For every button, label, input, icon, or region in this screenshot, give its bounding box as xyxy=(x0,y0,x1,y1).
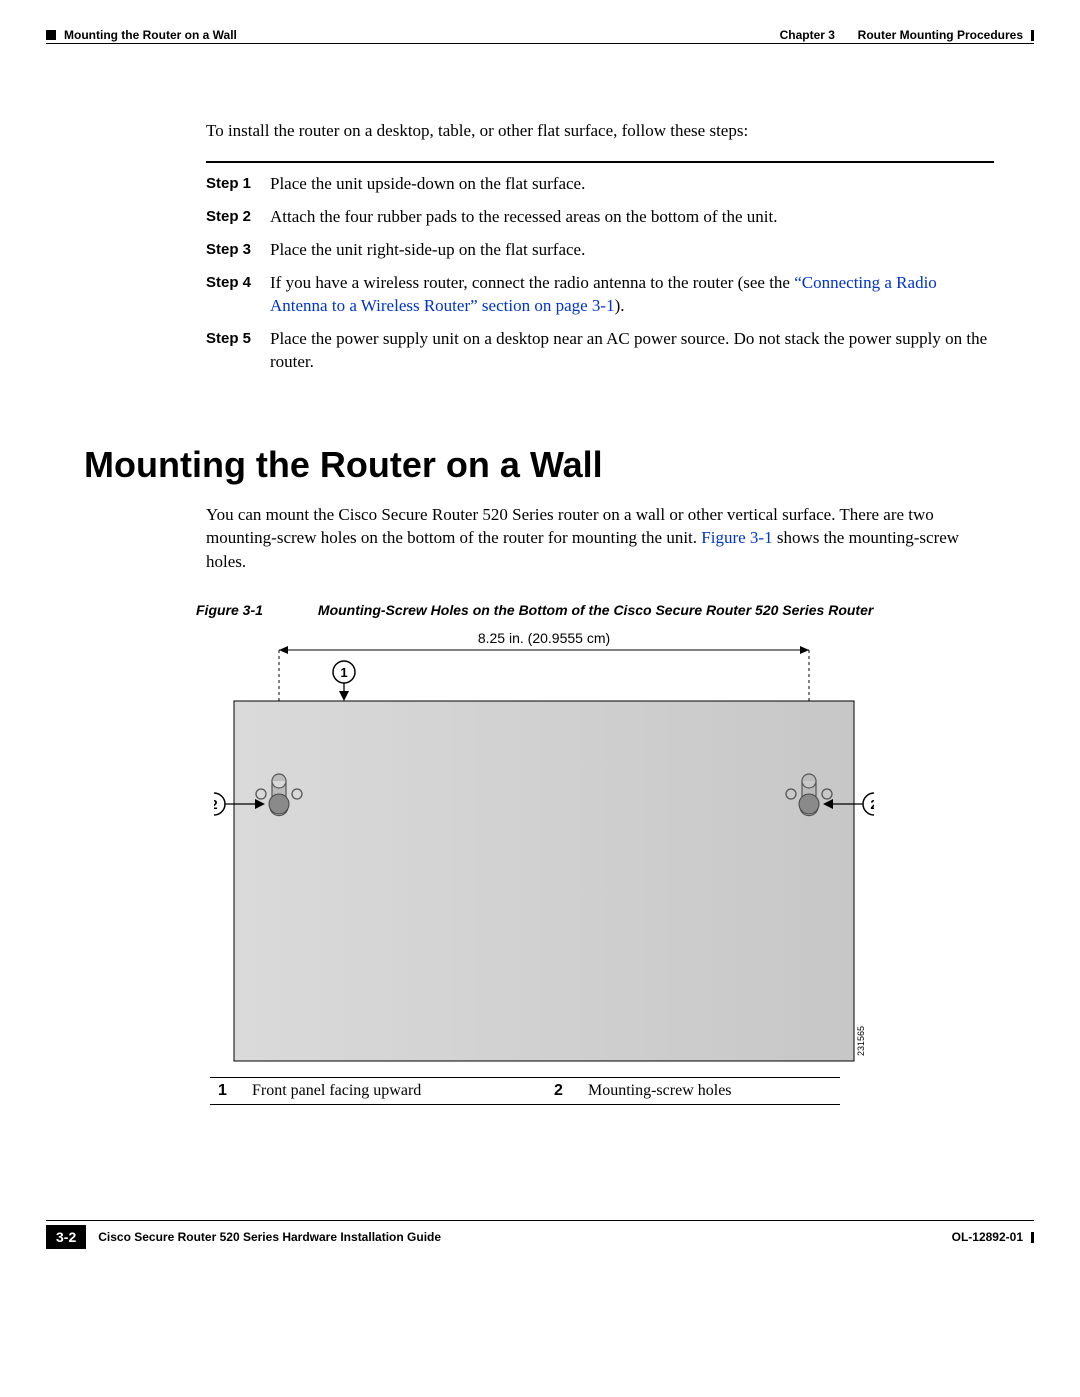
section-heading: Mounting the Router on a Wall xyxy=(84,444,994,486)
legend-table: 1 Front panel facing upward 2 Mounting-s… xyxy=(210,1077,840,1105)
square-bullet-icon xyxy=(46,30,56,40)
figure-label: Figure 3-1 xyxy=(196,602,263,618)
page-number: 3-2 xyxy=(46,1225,86,1249)
legend-num: 1 xyxy=(210,1077,244,1104)
doc-id: OL-12892-01 xyxy=(952,1230,1023,1244)
dimension-text: 8.25 in. (20.9555 cm) xyxy=(478,630,610,646)
intro-text: To install the router on a desktop, tabl… xyxy=(206,121,994,141)
step-text: If you have a wireless router, connect t… xyxy=(270,272,994,318)
figure-ref-link[interactable]: Figure 3-1 xyxy=(701,528,772,547)
figure: 8.25 in. (20.9555 cm) xyxy=(214,626,994,1071)
figure-caption: Figure 3-1 Mounting-Screw Holes on the B… xyxy=(196,602,994,618)
step-text: Attach the four rubber pads to the reces… xyxy=(270,206,994,229)
step-label: Step 5 xyxy=(206,328,270,374)
legend-num: 2 xyxy=(546,1077,580,1104)
step-text: Place the unit right-side-up on the flat… xyxy=(270,239,994,262)
step-text: Place the unit upside-down on the flat s… xyxy=(270,173,994,196)
page-footer: 3-2 Cisco Secure Router 520 Series Hardw… xyxy=(46,1225,1034,1249)
drawing-id: 231565 xyxy=(856,1026,866,1056)
step-label: Step 1 xyxy=(206,173,270,196)
chapter-title: Router Mounting Procedures xyxy=(858,28,1023,42)
step-label: Step 3 xyxy=(206,239,270,262)
legend-text: Front panel facing upward xyxy=(244,1077,546,1104)
body-paragraph: You can mount the Cisco Secure Router 52… xyxy=(206,503,994,574)
page-header: Mounting the Router on a Wall Chapter 3 … xyxy=(46,28,1034,44)
svg-text:1: 1 xyxy=(340,665,347,680)
header-section: Mounting the Router on a Wall xyxy=(64,28,237,42)
svg-text:2: 2 xyxy=(214,797,218,812)
step-label: Step 4 xyxy=(206,272,270,318)
guide-title: Cisco Secure Router 520 Series Hardware … xyxy=(98,1230,441,1244)
bar-icon xyxy=(1031,30,1034,41)
legend-text: Mounting-screw holes xyxy=(580,1077,840,1104)
bar-icon xyxy=(1031,1232,1034,1243)
step-text: Place the power supply unit on a desktop… xyxy=(270,328,994,374)
chapter-label: Chapter 3 xyxy=(780,28,835,42)
steps-list: Step 1 Place the unit upside-down on the… xyxy=(206,173,994,374)
svg-text:2: 2 xyxy=(870,797,874,812)
step-label: Step 2 xyxy=(206,206,270,229)
figure-title: Mounting-Screw Holes on the Bottom of th… xyxy=(318,602,873,618)
